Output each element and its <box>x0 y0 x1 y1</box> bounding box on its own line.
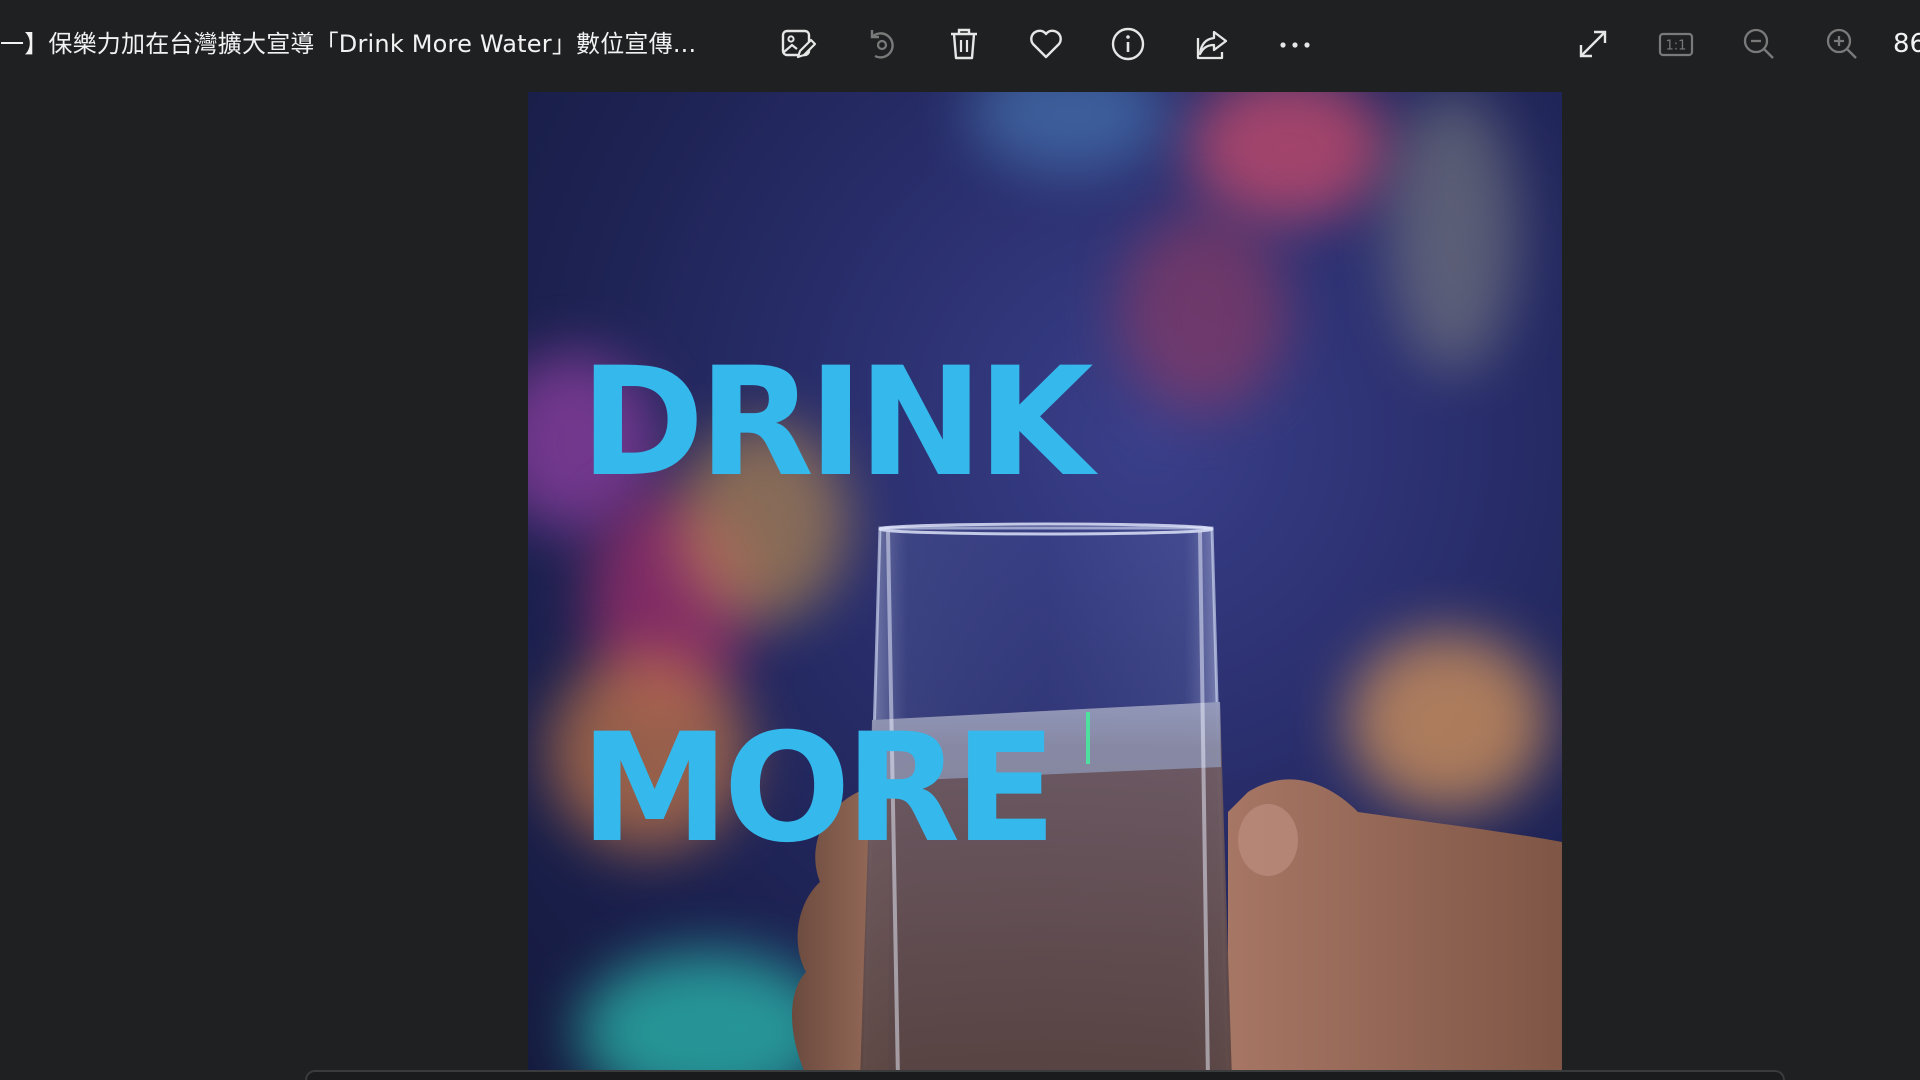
headline-line-1: DRINK <box>580 336 1094 510</box>
info-icon <box>1111 27 1145 61</box>
actual-size-button[interactable]: 1:1 <box>1650 18 1702 70</box>
top-toolbar: 一】保樂力加在台灣擴大宣導「Drink More Water」數位宣傳... 1… <box>0 0 1920 86</box>
expand-icon <box>1579 30 1607 58</box>
fullscreen-button[interactable] <box>1567 18 1619 70</box>
more-icon <box>1280 42 1310 48</box>
info-button[interactable] <box>1102 18 1154 70</box>
trash-icon <box>951 28 977 60</box>
displayed-photo[interactable]: DRINK MORE <box>528 92 1562 1080</box>
edit-image-button[interactable] <box>772 18 824 70</box>
rotate-icon <box>870 30 894 59</box>
edit-image-icon <box>781 29 817 59</box>
zoom-out-icon <box>1743 28 1774 59</box>
zoom-in-icon <box>1826 28 1857 59</box>
window-title: 一】保樂力加在台灣擴大宣導「Drink More Water」數位宣傳... <box>0 30 697 58</box>
share-button[interactable] <box>1186 18 1238 70</box>
photo-viewer-app: 一】保樂力加在台灣擴大宣導「Drink More Water」數位宣傳... 1… <box>0 0 1920 1080</box>
share-icon <box>1196 30 1228 60</box>
delete-button[interactable] <box>938 18 990 70</box>
favorite-button[interactable] <box>1020 18 1072 70</box>
heart-icon <box>1030 29 1062 59</box>
zoom-level: 86 <box>1893 29 1920 59</box>
rotate-button[interactable] <box>855 18 907 70</box>
zoom-in-button[interactable] <box>1816 18 1868 70</box>
actual-size-label: 1:1 <box>1666 39 1687 54</box>
actual-size-icon: 1:1 <box>1658 32 1694 57</box>
filmstrip-handle[interactable] <box>305 1070 1785 1080</box>
poster-headline: DRINK MORE <box>580 118 1094 1080</box>
zoom-out-button[interactable] <box>1733 18 1785 70</box>
more-button[interactable] <box>1269 18 1321 70</box>
headline-line-2: MORE <box>580 702 1057 876</box>
